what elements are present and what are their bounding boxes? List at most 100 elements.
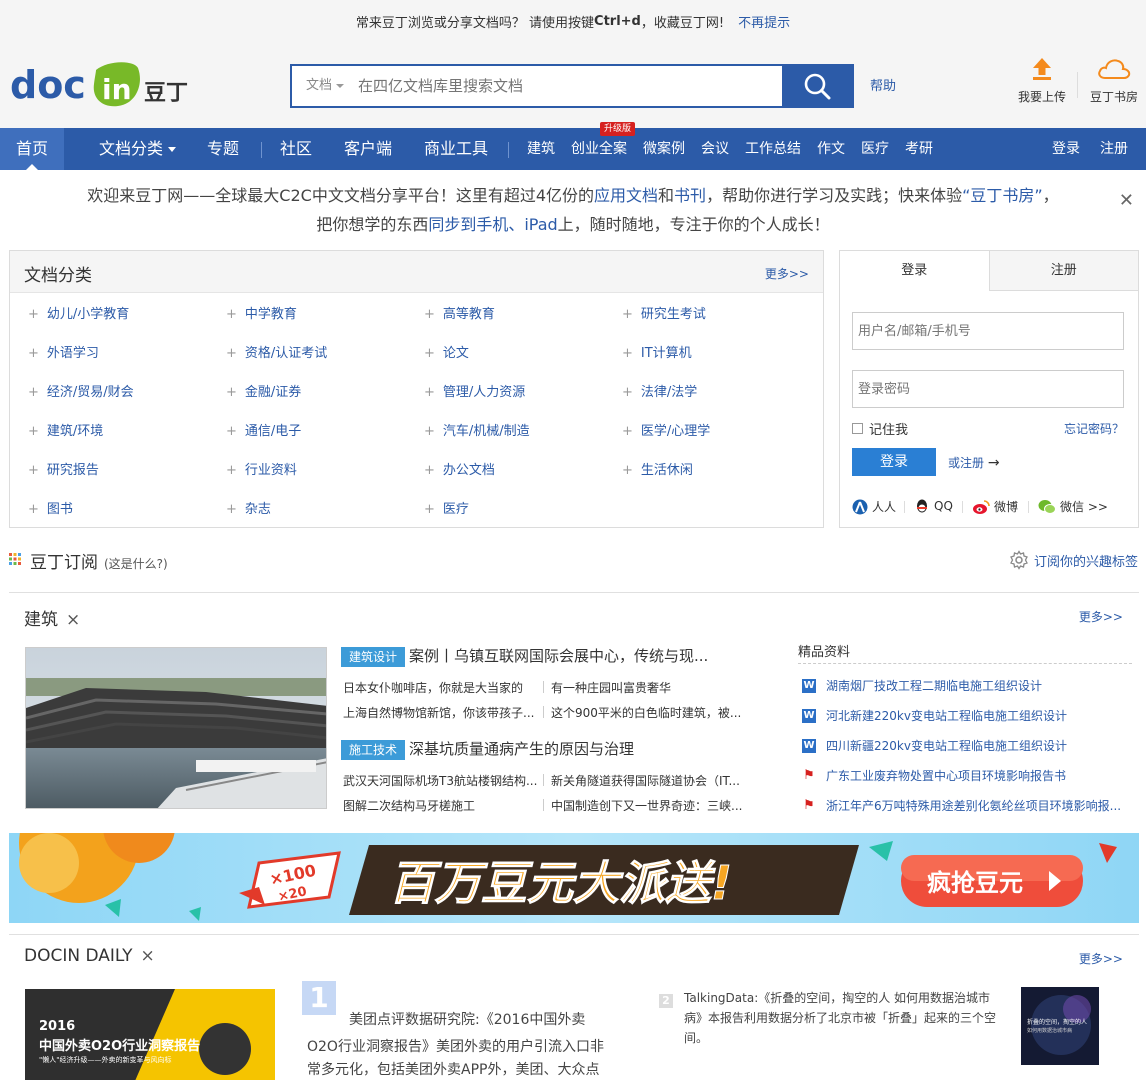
tag-design[interactable]: 建筑设计 (341, 646, 406, 667)
daily-article-1-line-3[interactable]: 常多元化，包括美团外卖APP外，美团、大众点 (307, 1057, 599, 1080)
nav-client[interactable]: 客户端 (344, 128, 392, 170)
category-link[interactable]: + 研究生考试 (622, 303, 706, 322)
category-link[interactable]: + 幼儿/小学教育 (28, 303, 129, 322)
category-link[interactable]: + 论文 (424, 342, 469, 361)
article-link[interactable]: 这个900平米的白色临时建筑，被... (551, 704, 741, 721)
nav-construction[interactable]: 建筑 (527, 128, 555, 170)
close-icon[interactable]: × (66, 610, 80, 630)
category-link[interactable]: + 中学教育 (226, 303, 297, 322)
login-panel: 登录 注册 记住我 忘记密码？ 登录 或注册 → 人人 QQ 微博 微信 >> (839, 250, 1139, 528)
upload-button[interactable]: 我要上传 (1008, 56, 1076, 105)
featured-doc-link[interactable]: ⚑ 浙江年产6万吨特殊用途差别化氨纶丝项目环境影响报... (802, 797, 1121, 814)
category-label: 办公文档 (442, 463, 495, 478)
category-link[interactable]: + IT计算机 (622, 342, 692, 361)
category-link[interactable]: + 研究报告 (28, 459, 99, 478)
category-link[interactable]: + 医学/心理学 (622, 420, 710, 439)
search-input[interactable] (352, 66, 782, 106)
nav-topics[interactable]: 专题 (207, 128, 239, 170)
bookroom-link[interactable]: “豆丁书房” (962, 186, 1043, 205)
arch-more-link[interactable]: 更多>> (1079, 608, 1123, 625)
subscribe-tags-link[interactable]: 订阅你的兴趣标签 (1009, 550, 1138, 570)
category-link[interactable]: + 高等教育 (424, 303, 495, 322)
password-field[interactable] (852, 370, 1124, 408)
nav-work-summary[interactable]: 工作总结 (745, 128, 801, 170)
category-link[interactable]: + 杂志 (226, 498, 271, 517)
category-link[interactable]: + 通信/电子 (226, 420, 301, 439)
checkbox[interactable] (852, 423, 863, 434)
daily-cover-image[interactable]: 2016 中国外卖O2O行业洞察报告 "懒人"经济升级——外卖的新变革与风向标 (25, 989, 275, 1080)
tag-construction-tech[interactable]: 施工技术 (341, 739, 406, 760)
category-link[interactable]: + 经济/贸易/财会 (28, 381, 134, 400)
featured-doc-link[interactable]: W 河北新建220kv变电站工程临电施工组织设计 (802, 707, 1067, 724)
remember-checkbox[interactable]: 记住我 (852, 419, 908, 438)
nav-exam[interactable]: 考研 (905, 128, 933, 170)
nav-community[interactable]: 社区 (280, 128, 312, 170)
nav-essay[interactable]: 作文 (817, 128, 845, 170)
article-link[interactable]: 上海自然博物馆新馆，你该带孩子... (343, 704, 534, 721)
qq-login[interactable]: QQ (914, 498, 953, 514)
category-link[interactable]: + 金融/证券 (226, 381, 301, 400)
weixin-login[interactable]: 微信 >> (1038, 498, 1108, 515)
username-field[interactable] (852, 312, 1124, 350)
article-link[interactable]: 中国制造创下又一世界奇迹：三峡... (551, 797, 742, 814)
nav-meeting[interactable]: 会议 (701, 128, 729, 170)
weibo-login[interactable]: 微博 (972, 498, 1018, 515)
daily-article-1[interactable]: 美团点评数据研究院:《2016中国外卖 (349, 1007, 585, 1034)
nav-categories[interactable]: 文档分类 (99, 128, 177, 170)
close-icon[interactable]: × (141, 946, 155, 966)
forgot-password-link[interactable]: 忘记密码？ (1064, 420, 1124, 437)
search-button[interactable] (782, 66, 852, 106)
featured-doc-link[interactable]: W 湖南烟厂技改工程二期临电施工组织设计 (802, 677, 1042, 694)
dismiss-notice-link[interactable]: 不再提示 (738, 12, 790, 31)
headline-2[interactable]: 施工技术 深基坑质量通病产生的原因与治理 (341, 738, 634, 760)
renren-login[interactable]: 人人 (852, 498, 896, 515)
category-link[interactable]: + 行业资料 (226, 459, 297, 478)
category-link[interactable]: + 外语学习 (28, 342, 99, 361)
sync-link[interactable]: 同步到手机、iPad (428, 215, 557, 234)
category-link[interactable]: + 资格/认证考试 (226, 342, 327, 361)
featured-doc-link[interactable]: W 四川新疆220kv变电站工程临电施工组织设计 (802, 737, 1067, 754)
category-link[interactable]: + 图书 (28, 498, 73, 517)
article-link[interactable]: 有一种庄园叫富贵奢华 (551, 679, 671, 696)
daily-article-2-line-3[interactable]: 间。 (684, 1028, 708, 1048)
help-link[interactable]: 帮助 (870, 75, 896, 94)
books-link[interactable]: 书刊 (674, 186, 706, 205)
category-link[interactable]: + 生活休闲 (622, 459, 693, 478)
search-type-select[interactable]: 文档 (292, 66, 352, 106)
category-link[interactable]: + 办公文档 (424, 459, 495, 478)
featured-photo[interactable] (25, 647, 327, 809)
daily-more-link[interactable]: 更多>> (1079, 950, 1123, 967)
daily-article-2[interactable]: TalkingData:《折叠的空间，掏空的人 如何用数据治城市 (684, 988, 990, 1008)
nav-register[interactable]: 注册 (1100, 128, 1128, 170)
nav-login[interactable]: 登录 (1052, 128, 1080, 170)
article-link[interactable]: 武汉天河国际机场T3航站楼钢结构... (343, 772, 537, 789)
close-icon[interactable]: ✕ (1119, 186, 1134, 215)
what-is-this-link[interactable]: (这是什么?) (104, 557, 168, 571)
nav-micro-case[interactable]: 微案例 (643, 128, 685, 170)
daily-article-2-line-2[interactable]: 病》本报告利用数据分析了北京市被「折叠」起来的三个空 (684, 1008, 996, 1028)
category-link[interactable]: + 汽车/机械/制造 (424, 420, 530, 439)
category-link[interactable]: + 医疗 (424, 498, 469, 517)
promo-banner[interactable]: ×100 ×20 百万豆元大派送! 疯抢豆元 (9, 833, 1139, 923)
tab-register[interactable]: 注册 (988, 251, 1138, 291)
nav-biz-tools[interactable]: 商业工具 (424, 128, 488, 170)
tab-login[interactable]: 登录 (840, 251, 989, 291)
or-register-link[interactable]: 或注册 → (948, 454, 1000, 471)
daily-thumb-image[interactable]: 折叠的空间，掏空的人 如何用数据治城市病 (1021, 987, 1099, 1065)
featured-doc-link[interactable]: ⚑ 广东工业废弃物处置中心项目环境影响报告书 (802, 767, 1066, 784)
category-link[interactable]: + 管理/人力资源 (424, 381, 525, 400)
category-link[interactable]: + 建筑/环境 (28, 420, 103, 439)
docin-logo[interactable]: doc in 豆丁 (10, 56, 200, 112)
bookroom-button[interactable]: 豆丁书房 (1080, 56, 1146, 105)
nav-home[interactable]: 首页 (0, 128, 64, 170)
article-link[interactable]: 日本女仆咖啡店，你就是大当家的 (343, 679, 523, 696)
nav-medical[interactable]: 医疗 (861, 128, 889, 170)
categories-more-link[interactable]: 更多>> (765, 265, 809, 282)
section-title: 建筑 × (24, 610, 81, 630)
login-button[interactable]: 登录 (852, 448, 936, 476)
article-link[interactable]: 新关角隧道获得国际隧道协会（IT... (551, 772, 740, 789)
article-link[interactable]: 图解二次结构马牙槎施工 (343, 797, 475, 814)
app-docs-link[interactable]: 应用文档 (594, 186, 658, 205)
headline-1[interactable]: 建筑设计 案例丨乌镇互联网国际会展中心，传统与现... (341, 645, 708, 667)
category-link[interactable]: + 法律/法学 (622, 381, 697, 400)
